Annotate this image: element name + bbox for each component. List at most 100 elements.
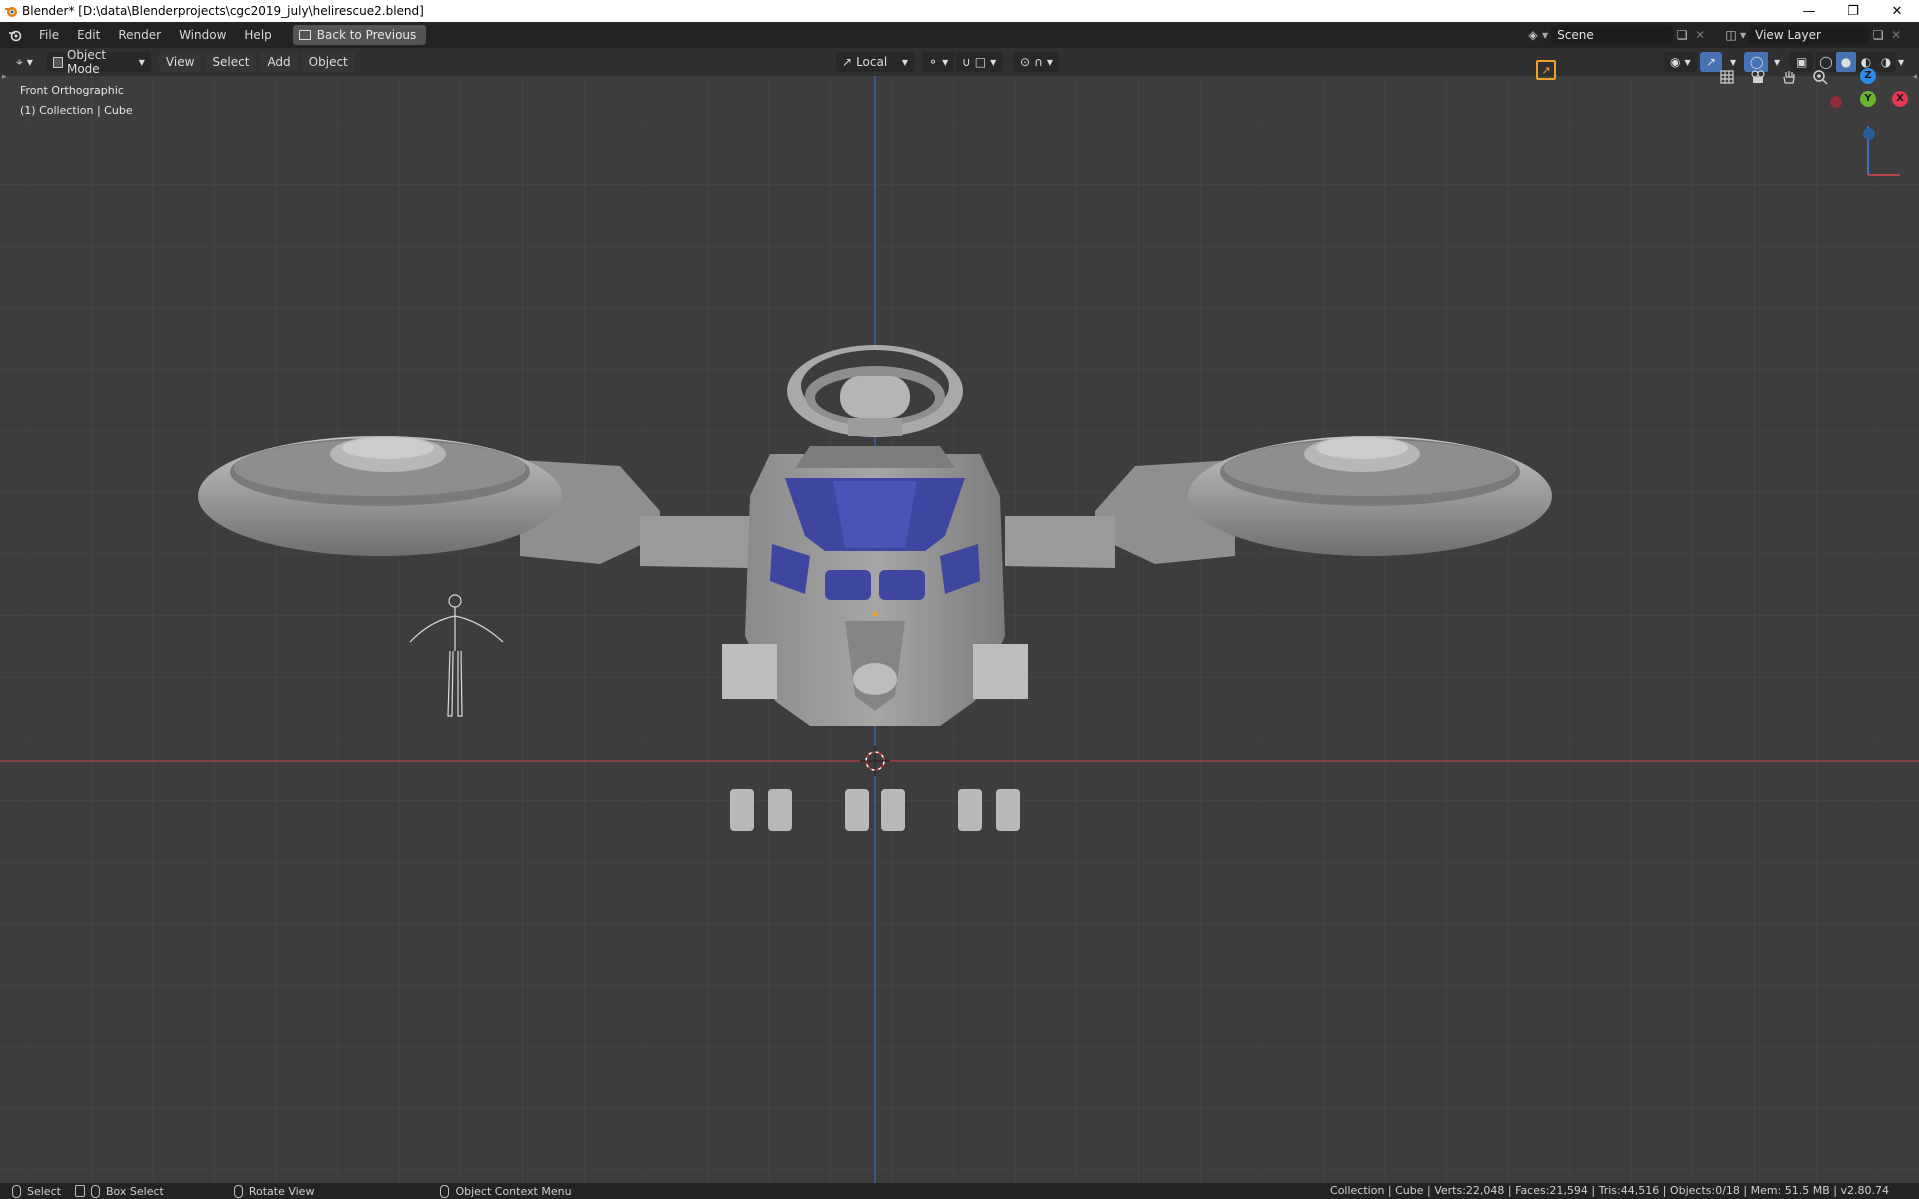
editor-type-icon: ⌖ <box>16 54 23 69</box>
status-rotate-view: Rotate View <box>233 1184 315 1198</box>
left-mouse-icon <box>12 1184 21 1198</box>
rendered-shading-icon[interactable]: ◑ <box>1876 55 1896 69</box>
proportional-editing-dropdown[interactable]: ⊙ ∩ ▼ <box>1014 52 1060 72</box>
scene-name-field[interactable]: Scene <box>1551 25 1674 45</box>
viewport-menu-select[interactable]: Select <box>205 52 257 72</box>
camera-view-icon[interactable] <box>1745 64 1771 90</box>
zoom-view-icon[interactable] <box>1807 64 1833 90</box>
blender-menu-icon[interactable] <box>6 26 24 44</box>
right-engine-pod <box>973 644 1028 699</box>
proportional-chevron-icon: ▼ <box>1046 57 1054 67</box>
viewport-menu-add[interactable]: Add <box>260 52 298 72</box>
delete-view-layer-icon[interactable]: ✕ <box>1887 26 1905 44</box>
status-context-menu: Object Context Menu <box>440 1184 572 1198</box>
object-origin <box>872 611 878 617</box>
top-rotor-hub <box>840 376 910 418</box>
status-rotate-view-label: Rotate View <box>248 1184 315 1198</box>
status-select: Select <box>12 1184 61 1198</box>
toggle-ortho-icon[interactable] <box>1714 64 1740 90</box>
back-icon <box>298 30 311 40</box>
status-box-select: Box Select <box>74 1184 164 1198</box>
visibility-dropdown[interactable]: ◉ ▼ <box>1664 52 1697 72</box>
window-title: Blender* [D:\data\Blenderprojects\cgc201… <box>22 4 424 18</box>
scene-selector: ◈ ▼ Scene ❏ ✕ <box>1524 25 1709 45</box>
gizmo-icon: ↗ <box>1706 55 1717 69</box>
os-title-bar: Blender* [D:\data\Blenderprojects\cgc201… <box>0 0 1919 22</box>
blender-window: Blender* [D:\data\Blenderprojects\cgc201… <box>0 0 1919 1199</box>
gizmo-neg-z-axis-button[interactable] <box>1863 128 1875 140</box>
status-box-select-label: Box Select <box>105 1184 164 1198</box>
menu-file[interactable]: File <box>30 24 68 46</box>
new-view-layer-icon[interactable]: ❏ <box>1869 26 1887 44</box>
falloff-icon: ∩ <box>1034 55 1043 69</box>
status-select-label: Select <box>27 1184 61 1198</box>
shading-options-chevron-icon[interactable]: ▼ <box>1898 58 1904 67</box>
scene-statistics: Collection | Cube | Verts:22,048 | Faces… <box>1330 1184 1889 1197</box>
editor-type-button[interactable]: ⌖ ▼ <box>10 52 39 72</box>
front-window-right <box>879 570 925 600</box>
snap-chevron-icon: ▼ <box>990 57 997 67</box>
right-rotor-strut <box>1005 516 1115 568</box>
lock-camera-icon[interactable]: ↗ <box>1536 60 1556 80</box>
viewport-canvas <box>0 76 1919 1183</box>
view-layer-icon[interactable]: ◫ <box>1722 26 1740 44</box>
new-scene-icon[interactable]: ❏ <box>1673 26 1691 44</box>
viewport-menu-view[interactable]: View <box>158 52 202 72</box>
scene-icon[interactable]: ◈ <box>1524 26 1542 44</box>
snap-dropdown[interactable]: ∪ □ ▼ <box>956 52 1003 72</box>
object-mode-chevron-icon: ▼ <box>138 57 145 67</box>
proportional-editing-icon: ⊙ <box>1020 55 1031 69</box>
pivot-point-dropdown[interactable]: ⚬ ▼ <box>922 52 955 72</box>
snap-target-icon: □ <box>974 55 987 69</box>
close-button[interactable]: ✕ <box>1875 0 1919 22</box>
viewport-menu-object[interactable]: Object <box>301 52 355 72</box>
transform-orientation-dropdown[interactable]: ↗ Local ▼ <box>836 52 914 72</box>
status-bar: Select Box Select Rotate View Object Con… <box>0 1183 1919 1199</box>
status-context-menu-label: Object Context Menu <box>455 1184 572 1198</box>
delete-scene-icon[interactable]: ✕ <box>1691 26 1709 44</box>
top-menu-bar: File Edit Render Window Help Back to Pre… <box>0 22 1919 48</box>
snap-icon: ∪ <box>962 55 971 69</box>
box-select-icon <box>74 1185 85 1197</box>
editor-type-chevron-icon: ▼ <box>26 57 33 67</box>
object-mode-icon <box>52 56 63 68</box>
object-mode-label: Object Mode <box>66 48 107 76</box>
nose-sensor <box>853 663 897 695</box>
pan-view-hand-icon[interactable] <box>1776 64 1802 90</box>
front-window-left <box>825 570 871 600</box>
menu-edit[interactable]: Edit <box>68 24 109 46</box>
restore-button[interactable]: ❐ <box>1831 0 1875 22</box>
menu-render[interactable]: Render <box>109 24 170 46</box>
visibility-chevron-icon: ▼ <box>1684 57 1691 67</box>
eye-icon: ◉ <box>1670 55 1681 69</box>
transform-orientation-label: Local <box>856 55 888 69</box>
right-mouse-icon <box>440 1184 450 1198</box>
collection-info-label: (1) Collection | Cube <box>20 104 133 117</box>
view-name-label: Front Orthographic <box>20 84 124 97</box>
gizmo-y-axis-button[interactable]: Y <box>1860 91 1876 107</box>
back-to-previous-button[interactable]: Back to Previous <box>292 25 427 45</box>
material-shading-icon[interactable]: ◐ <box>1856 55 1876 69</box>
sidebar-expand-arrow-icon[interactable]: ◂ <box>1912 72 1917 82</box>
left-mouse-drag-icon <box>90 1184 100 1198</box>
toolbar-expand-arrow-icon[interactable]: ▸ <box>2 72 7 82</box>
view-layer-dropdown-chevron-icon[interactable]: ▼ <box>1740 31 1746 40</box>
scene-dropdown-chevron-icon[interactable]: ▼ <box>1542 31 1548 40</box>
minimize-button[interactable]: — <box>1787 0 1831 22</box>
menu-help[interactable]: Help <box>235 24 280 46</box>
view-layer-name-field[interactable]: View Layer <box>1749 25 1870 45</box>
gizmo-z-axis-button[interactable]: Z <box>1860 68 1876 84</box>
overlays-chevron-icon: ▼ <box>1774 57 1781 67</box>
menu-window[interactable]: Window <box>170 24 235 46</box>
transform-orientation-chevron-icon: ▼ <box>901 57 908 67</box>
pivot-point-icon: ⚬ <box>928 55 939 69</box>
middle-mouse-icon <box>233 1184 243 1198</box>
solid-shading-icon[interactable]: ● <box>1836 52 1856 72</box>
gizmo-x-axis-button[interactable]: X <box>1892 91 1908 107</box>
view-layer-selector: ◫ ▼ View Layer ❏ ✕ <box>1722 25 1905 45</box>
object-mode-dropdown[interactable]: Object Mode ▼ <box>46 48 151 76</box>
gizmo-neg-x-axis-button[interactable] <box>1830 96 1842 108</box>
blender-logo-icon <box>0 0 22 22</box>
back-to-previous-label: Back to Previous <box>316 28 417 42</box>
3d-viewport[interactable]: Front Orthographic (1) Collection | Cube… <box>0 60 1919 1183</box>
